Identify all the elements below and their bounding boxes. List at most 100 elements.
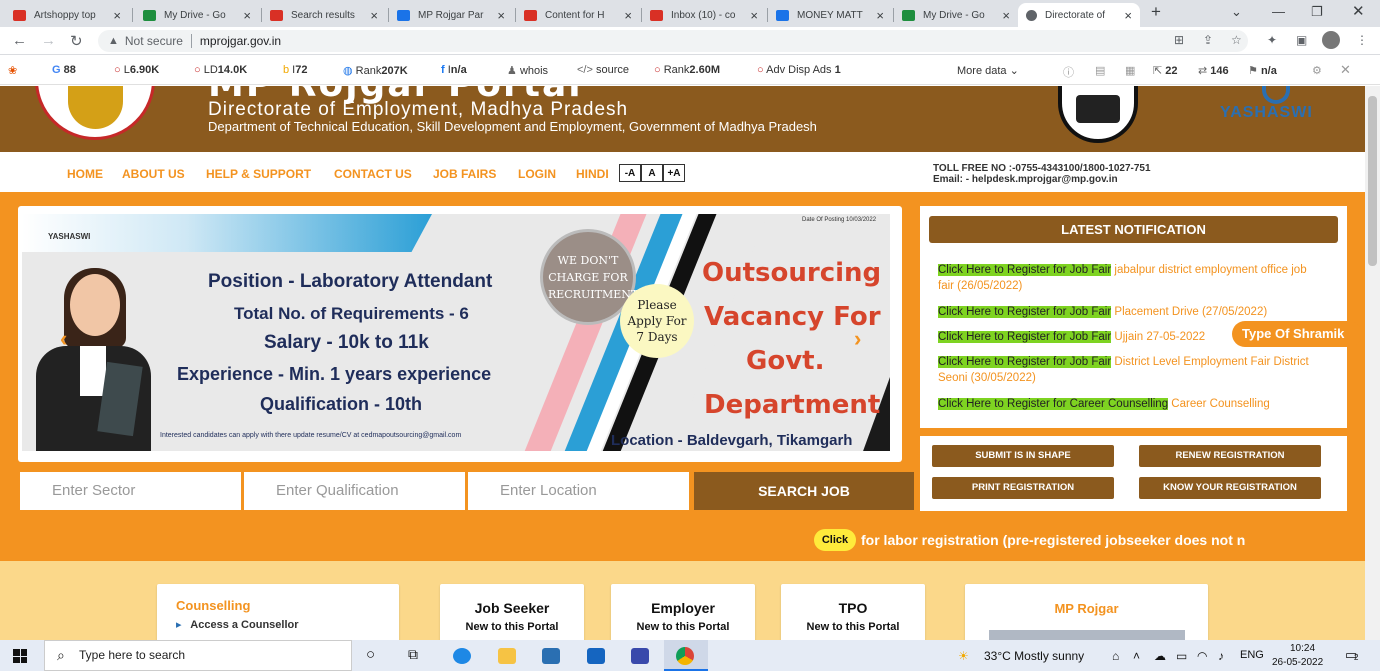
nav-contact-us[interactable]: CONTACT US bbox=[334, 167, 412, 181]
edge-icon[interactable] bbox=[453, 648, 471, 664]
notification-item[interactable]: Click Here to Register for Career Counse… bbox=[938, 396, 1318, 410]
search-job-button[interactable]: SEARCH JOB bbox=[694, 472, 914, 510]
menu-icon[interactable]: ⋮ bbox=[1356, 33, 1368, 47]
whois-link[interactable]: ♟ whois bbox=[507, 64, 548, 77]
weather-text[interactable]: 33°C Mostly sunny bbox=[984, 649, 1084, 663]
nav-login[interactable]: LOGIN bbox=[518, 167, 556, 181]
clock-date[interactable]: 26-05-2022 bbox=[1272, 657, 1323, 668]
language-indicator[interactable]: ENG bbox=[1240, 649, 1264, 661]
notification-center-icon[interactable]: ▭ 2 bbox=[1345, 647, 1358, 663]
chevron-down-icon[interactable]: ⌄ bbox=[1231, 4, 1242, 20]
close-tab-icon[interactable]: × bbox=[624, 8, 632, 23]
extensions-icon[interactable]: ✦ bbox=[1267, 33, 1277, 47]
ld-metric[interactable]: ○ LD14.0K bbox=[194, 64, 247, 76]
people-icon[interactable]: ⌂ bbox=[1112, 649, 1119, 663]
clock-time[interactable]: 10:24 bbox=[1290, 643, 1315, 654]
new-tab-button[interactable]: + bbox=[1151, 2, 1161, 22]
sidepanel-icon[interactable]: ▣ bbox=[1296, 33, 1307, 47]
rank2-metric[interactable]: ○ Rank2.60M bbox=[654, 64, 720, 76]
font-normal-button[interactable]: A bbox=[641, 164, 663, 182]
slider-prev-arrow[interactable]: ‹ bbox=[60, 326, 67, 352]
cloud-icon[interactable]: ☁ bbox=[1154, 649, 1166, 663]
page-icon[interactable]: ▤ bbox=[1095, 64, 1105, 77]
links-metric[interactable]: ○ L6.90K bbox=[114, 64, 159, 76]
source-link[interactable]: </> source bbox=[577, 64, 629, 76]
reload-icon[interactable]: ↻ bbox=[70, 32, 83, 50]
misc-metric[interactable]: ⚑ n/a bbox=[1248, 64, 1277, 77]
sector-input[interactable]: Enter Sector bbox=[20, 472, 241, 510]
employer-card[interactable]: Employer New to this Portal bbox=[611, 584, 755, 640]
url-field[interactable]: ▲ Not secure mprojgar.gov.in bbox=[98, 30, 1248, 52]
close-tab-icon[interactable]: × bbox=[243, 8, 251, 23]
back-icon[interactable]: ← bbox=[12, 32, 27, 49]
banner-slider[interactable]: YASHASWI Date Of Posting 10/03/2022 Posi… bbox=[18, 206, 902, 462]
tab-money-matt[interactable]: MONEY MATT × bbox=[768, 3, 892, 27]
info-icon[interactable]: ⓘ bbox=[1063, 64, 1074, 80]
cortana-icon[interactable]: ○ bbox=[366, 646, 375, 663]
store-icon[interactable] bbox=[542, 648, 560, 664]
access-counsellor-link[interactable]: ▸ Access a Counsellor bbox=[176, 618, 299, 631]
profile-avatar[interactable] bbox=[1322, 31, 1340, 49]
close-tab-icon[interactable]: × bbox=[750, 8, 758, 23]
google-index[interactable]: G 88 bbox=[52, 64, 76, 76]
nav-home[interactable]: HOME bbox=[67, 167, 103, 181]
submit-is-in-shape-button[interactable]: SUBMIT IS IN SHAPE bbox=[932, 445, 1114, 467]
tab-inbox[interactable]: Inbox (10) - co × bbox=[642, 3, 766, 27]
page-scrollbar[interactable] bbox=[1365, 86, 1380, 640]
qualification-input[interactable]: Enter Qualification bbox=[244, 472, 465, 510]
renew-registration-button[interactable]: RENEW REGISTRATION bbox=[1139, 445, 1321, 467]
font-decrease-button[interactable]: -A bbox=[619, 164, 641, 182]
share-icon[interactable]: ⇪ bbox=[1203, 33, 1213, 47]
nav-job-fairs[interactable]: JOB FAIRS bbox=[433, 167, 496, 181]
tab-my-drive[interactable]: My Drive - Go × bbox=[135, 3, 259, 27]
notification-item[interactable]: Click Here to Register for Job Fair Dist… bbox=[938, 354, 1318, 386]
star-icon[interactable]: ☆ bbox=[1231, 33, 1242, 47]
close-tab-icon[interactable]: × bbox=[1002, 8, 1010, 23]
close-extension-icon[interactable]: ✕ bbox=[1340, 62, 1351, 78]
gear-icon[interactable]: ⚙ bbox=[1312, 64, 1322, 77]
forward-icon[interactable]: → bbox=[41, 32, 56, 49]
more-data-dropdown[interactable]: More data ⌄ bbox=[957, 64, 1019, 77]
close-tab-icon[interactable]: × bbox=[370, 8, 378, 23]
close-tab-icon[interactable]: × bbox=[876, 8, 884, 23]
job-seeker-card[interactable]: Job Seeker New to this Portal bbox=[440, 584, 584, 640]
adv-disp-ads[interactable]: ○ Adv Disp Ads 1 bbox=[757, 64, 841, 76]
tab-directorate-active[interactable]: Directorate of × bbox=[1018, 3, 1140, 27]
close-tab-icon[interactable]: × bbox=[497, 8, 505, 23]
close-window-icon[interactable]: ✕ bbox=[1352, 2, 1365, 20]
font-increase-button[interactable]: +A bbox=[663, 164, 685, 182]
type-of-shramik-button[interactable]: Type Of Shramik bbox=[1232, 321, 1362, 347]
seoquake-icon[interactable]: ❀ bbox=[8, 64, 17, 77]
wifi-icon[interactable]: ◠ bbox=[1197, 649, 1207, 663]
tab-content[interactable]: Content for H × bbox=[516, 3, 640, 27]
tab-my-drive-2[interactable]: My Drive - Go × bbox=[894, 3, 1018, 27]
doc-icon[interactable]: ▦ bbox=[1125, 64, 1135, 77]
taskbar-search-input[interactable]: ⌕ Type here to search bbox=[44, 640, 352, 671]
print-registration-button[interactable]: PRINT REGISTRATION bbox=[932, 477, 1114, 499]
app-icon[interactable] bbox=[631, 648, 649, 664]
notification-item[interactable]: Click Here to Register for Job Fair jaba… bbox=[938, 262, 1318, 294]
chrome-taskbar-button[interactable] bbox=[664, 640, 708, 671]
tpo-card[interactable]: TPO New to this Portal bbox=[781, 584, 925, 640]
rank-metric[interactable]: ◍ Rank207K bbox=[343, 64, 408, 77]
location-input[interactable]: Enter Location bbox=[468, 472, 689, 510]
minimize-icon[interactable]: — bbox=[1272, 4, 1285, 19]
know-your-registration-button[interactable]: KNOW YOUR REGISTRATION bbox=[1139, 477, 1321, 499]
tab-artshoppy[interactable]: Artshoppy top × bbox=[5, 3, 129, 27]
notification-item[interactable]: Click Here to Register for Job Fair Plac… bbox=[938, 304, 1318, 320]
slider-next-arrow[interactable]: › bbox=[854, 326, 861, 352]
nav-about-us[interactable]: ABOUT US bbox=[122, 167, 185, 181]
mp-rojgar-card[interactable]: MP Rojgar bbox=[965, 584, 1208, 640]
file-explorer-icon[interactable] bbox=[498, 648, 516, 664]
tab-mp-rojgar[interactable]: MP Rojgar Par × bbox=[389, 3, 513, 27]
translate-icon[interactable]: ⊞ bbox=[1174, 33, 1184, 47]
windows-start-icon[interactable] bbox=[13, 649, 27, 663]
external-links-metric[interactable]: ⇱ 22 bbox=[1153, 64, 1178, 77]
chevron-up-icon[interactable]: ˄ bbox=[1133, 649, 1140, 663]
restore-icon[interactable]: ❐ bbox=[1311, 4, 1323, 20]
facebook-metric[interactable]: f In/a bbox=[441, 64, 467, 76]
nav-help-support[interactable]: HELP & SUPPORT bbox=[206, 167, 311, 181]
tab-search-results[interactable]: Search results × bbox=[262, 3, 386, 27]
close-tab-icon[interactable]: × bbox=[1124, 8, 1132, 23]
bing-metric[interactable]: b I72 bbox=[283, 64, 308, 76]
